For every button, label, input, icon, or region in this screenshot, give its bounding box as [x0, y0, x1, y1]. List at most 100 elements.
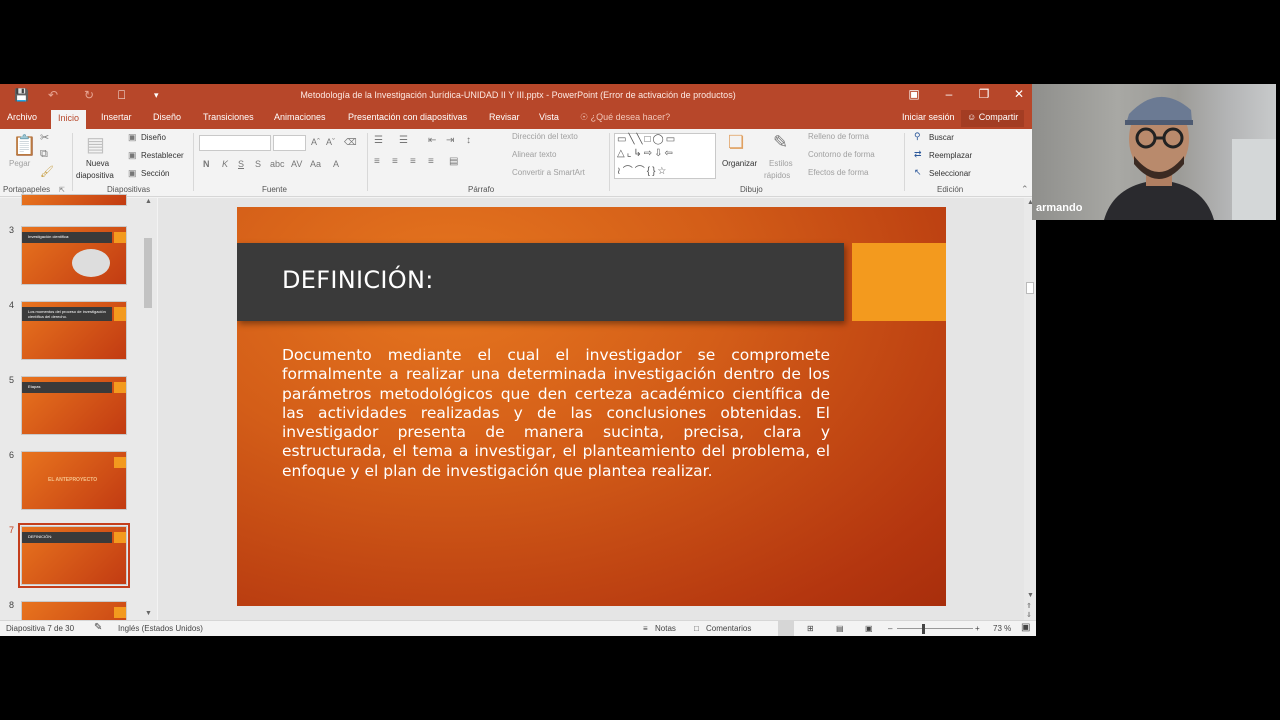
normal-view-icon[interactable] [778, 621, 794, 636]
cut-icon[interactable]: ✂ [40, 131, 49, 144]
increase-font-icon[interactable]: Aˆ [311, 137, 320, 147]
zoom-in-icon[interactable]: + [975, 624, 980, 633]
signin-link[interactable]: Iniciar sesión [902, 112, 955, 122]
shape-outline-button[interactable]: Contorno de forma [808, 150, 875, 159]
collapse-ribbon-icon[interactable]: ⌃ [1021, 184, 1029, 195]
layout-button[interactable]: Diseño [141, 133, 166, 142]
slide-thumbnail[interactable]: Investigación científica: [21, 226, 127, 285]
current-slide[interactable]: DEFINICIÓN: Documento mediante el cual e… [237, 207, 946, 606]
tab-archivo[interactable]: Archivo [7, 112, 37, 122]
reset-button[interactable]: Restablecer [141, 151, 184, 160]
format-painter-icon[interactable]: 🖌 [40, 165, 54, 178]
font-color-icon[interactable]: A [333, 159, 339, 169]
arrange-icon[interactable]: ❏ [728, 132, 744, 153]
spelling-icon[interactable]: ✎ [94, 622, 102, 633]
slide-scrollbar[interactable]: ▲ ▼ ⇑ ⇓ [1024, 198, 1036, 620]
restore-button[interactable]: ❐ [974, 87, 994, 101]
scroll-up-icon[interactable]: ▲ [145, 198, 152, 205]
numbering-icon[interactable]: ☰ [399, 135, 408, 146]
align-left-icon[interactable]: ≡ [374, 156, 380, 167]
quick-styles-label-1[interactable]: Estilos [769, 159, 793, 168]
change-case-icon[interactable]: Aa [310, 159, 321, 169]
thumbnails-scrollbar[interactable]: ▲ ▼ [143, 198, 153, 620]
minimize-button[interactable]: – [939, 87, 959, 101]
clipboard-launcher-icon[interactable]: ⇱ [59, 186, 65, 194]
zoom-slider-track[interactable] [897, 628, 973, 629]
slide-thumbnail-selected[interactable]: DEFINICIÓN: [18, 523, 130, 588]
share-button[interactable]: ☺ Compartir [961, 110, 1025, 127]
font-name-field[interactable] [199, 135, 271, 151]
align-center-icon[interactable]: ≡ [392, 156, 398, 167]
slide-body-text[interactable]: Documento mediante el cual el investigad… [282, 346, 830, 481]
zoom-slider-thumb[interactable] [922, 624, 925, 634]
new-slide-label-2[interactable]: diapositiva [76, 171, 114, 180]
arrange-label[interactable]: Organizar [722, 159, 757, 168]
shapes-gallery[interactable]: ▭╲╲□◯▭ △⌞↳⇨⇩⇦ ≀⌒⌒{}☆ [614, 133, 716, 179]
strikethrough-icon[interactable]: abc [270, 159, 285, 169]
paste-icon[interactable]: 📋 [12, 133, 37, 158]
slide-thumbnail[interactable]: Los momentos del proceso de investigació… [21, 301, 127, 360]
slide-sorter-icon[interactable]: ⊞ [807, 624, 814, 633]
text-direction-button[interactable]: Dirección del texto [512, 132, 578, 141]
tell-me-search[interactable]: ☉ ¿Qué desea hacer? [580, 112, 670, 123]
slide-thumbnail[interactable]: EL ANTEPROYECTO [21, 451, 127, 510]
line-spacing-icon[interactable]: ↕ [466, 135, 471, 146]
fit-to-window-icon[interactable]: ▣ [1021, 622, 1030, 633]
comments-button[interactable]: Comentarios [706, 624, 751, 633]
underline-icon[interactable]: S [238, 159, 244, 169]
replace-button[interactable]: Reemplazar [929, 151, 972, 160]
font-size-field[interactable] [273, 135, 306, 151]
tab-inicio[interactable]: Inicio [51, 110, 87, 129]
tab-animaciones[interactable]: Animaciones [274, 112, 326, 122]
tab-vista[interactable]: Vista [539, 112, 559, 122]
slide-title[interactable]: DEFINICIÓN: [282, 266, 434, 294]
tab-presentacion[interactable]: Presentación con diapositivas [348, 112, 467, 122]
smartart-button[interactable]: Convertir a SmartArt [512, 168, 585, 177]
next-slide-icon[interactable]: ⇓ [1026, 611, 1032, 619]
decrease-indent-icon[interactable]: ⇤ [428, 135, 436, 146]
tab-insertar[interactable]: Insertar [101, 112, 132, 122]
decrease-font-icon[interactable]: Aˇ [326, 137, 335, 147]
char-spacing-icon[interactable]: AV [291, 159, 302, 169]
quick-styles-icon[interactable]: ✎ [773, 132, 788, 153]
section-button[interactable]: Sección [141, 169, 169, 178]
ribbon-display-options-icon[interactable]: ▣ [904, 87, 924, 101]
scrollbar-thumb[interactable] [1026, 282, 1034, 294]
increase-indent-icon[interactable]: ⇥ [446, 135, 454, 146]
select-button[interactable]: Seleccionar [929, 169, 971, 178]
new-slide-icon[interactable]: ▤ [86, 132, 105, 157]
zoom-out-icon[interactable]: – [888, 624, 892, 633]
scroll-down-icon[interactable]: ▼ [145, 610, 152, 617]
zoom-level[interactable]: 73 % [993, 624, 1011, 633]
align-text-button[interactable]: Alinear texto [512, 150, 556, 159]
paste-label[interactable]: Pegar [9, 159, 30, 168]
new-slide-label-1[interactable]: Nueva [86, 159, 109, 168]
language-indicator[interactable]: Inglés (Estados Unidos) [118, 624, 203, 633]
slide-editing-area: DEFINICIÓN: Documento mediante el cual e… [158, 198, 1024, 620]
justify-icon[interactable]: ≡ [428, 156, 434, 167]
tab-revisar[interactable]: Revisar [489, 112, 520, 122]
scroll-down-icon[interactable]: ▼ [1027, 592, 1034, 599]
find-button[interactable]: Buscar [929, 133, 954, 142]
align-right-icon[interactable]: ≡ [410, 156, 416, 167]
slideshow-view-icon[interactable]: ▣ [865, 624, 873, 633]
bullets-icon[interactable]: ☰ [374, 135, 383, 146]
scrollbar-thumb[interactable] [144, 238, 152, 308]
notes-button[interactable]: Notas [655, 624, 676, 633]
bold-icon[interactable]: N [203, 159, 210, 169]
shape-fill-button[interactable]: Relleno de forma [808, 132, 869, 141]
shape-effects-button[interactable]: Efectos de forma [808, 168, 868, 177]
reading-view-icon[interactable]: ▤ [836, 624, 844, 633]
quick-styles-label-2[interactable]: rápidos [764, 171, 790, 180]
previous-slide-icon[interactable]: ⇑ [1026, 602, 1032, 610]
close-button[interactable]: ✕ [1009, 87, 1029, 101]
slide-thumbnail[interactable]: Etapas [21, 376, 127, 435]
copy-icon[interactable]: ⧉ [40, 148, 48, 161]
columns-icon[interactable]: ▤ [449, 156, 458, 167]
clear-formatting-icon[interactable]: ⌫ [344, 137, 357, 148]
tab-transiciones[interactable]: Transiciones [203, 112, 254, 122]
italic-icon[interactable]: K [222, 159, 228, 169]
tab-diseno[interactable]: Diseño [153, 112, 181, 122]
shadow-icon[interactable]: S [255, 159, 261, 169]
slide-thumbnail-2[interactable] [21, 194, 127, 206]
